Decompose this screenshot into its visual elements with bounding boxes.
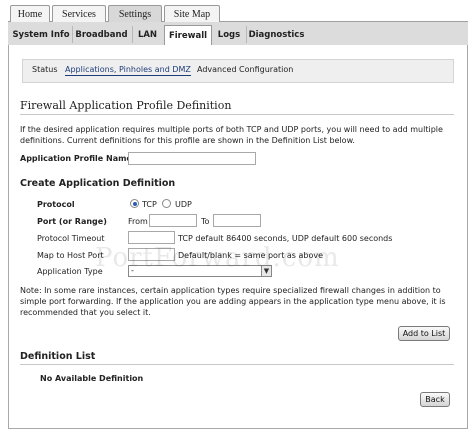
inner-nav-applications[interactable]: Applications, Pinholes and DMZ: [65, 65, 191, 76]
protocol-label: Protocol: [37, 200, 75, 209]
protocol-tcp-label: TCP: [142, 200, 157, 209]
divider: [20, 364, 454, 365]
create-definition-heading: Create Application Definition: [20, 178, 176, 189]
tab-site-map[interactable]: Site Map: [164, 5, 220, 22]
protocol-tcp-radio[interactable]: [130, 199, 139, 208]
intro-line-2: definitions. Current definitions for thi…: [20, 136, 355, 145]
definition-list-heading: Definition List: [20, 351, 96, 362]
note-text: Note: In some rare instances, certain ap…: [20, 285, 460, 318]
intro-text: If the desired application requires mult…: [20, 124, 460, 146]
tab-services[interactable]: Services: [52, 5, 106, 22]
subtab-lan[interactable]: LAN: [132, 26, 162, 43]
inner-nav-status[interactable]: Status: [32, 65, 58, 74]
port-range-label: Port (or Range): [37, 217, 107, 226]
protocol-udp-label: UDP: [175, 200, 192, 209]
back-button[interactable]: Back: [420, 392, 450, 407]
port-to-label: To: [201, 217, 210, 226]
profile-name-label: Application Profile Name: [20, 154, 132, 163]
tab-settings[interactable]: Settings: [108, 5, 162, 22]
profile-name-input[interactable]: [128, 152, 256, 165]
protocol-timeout-hint: TCP default 86400 seconds, UDP default 6…: [178, 234, 393, 243]
port-from-label: From: [128, 217, 148, 226]
subtab-broadband[interactable]: Broadband: [72, 26, 130, 43]
intro-line-1: If the desired application requires mult…: [20, 125, 443, 134]
protocol-timeout-label: Protocol Timeout: [37, 234, 105, 243]
tab-home[interactable]: Home: [10, 5, 50, 22]
inner-nav-advanced[interactable]: Advanced Configuration: [197, 65, 293, 74]
application-type-label: Application Type: [37, 267, 103, 276]
note-line-2: simple port forwarding. If the applicati…: [20, 297, 446, 306]
chevron-down-icon[interactable]: ▼: [261, 266, 271, 276]
add-to-list-button[interactable]: Add to List: [398, 326, 450, 341]
note-line-1: Note: In some rare instances, certain ap…: [20, 286, 441, 295]
protocol-timeout-input[interactable]: [128, 231, 175, 244]
note-line-3: recommended that you select it.: [20, 308, 151, 317]
port-from-input[interactable]: [149, 214, 197, 227]
protocol-udp-radio[interactable]: [162, 199, 171, 208]
subtab-firewall[interactable]: Firewall: [164, 25, 212, 46]
subtab-logs[interactable]: Logs: [214, 26, 244, 43]
map-host-port-label: Map to Host Port: [37, 251, 104, 260]
application-type-value: -: [131, 266, 134, 275]
map-host-port-hint: Default/blank = same port as above: [178, 251, 324, 260]
subtab-system-info[interactable]: System Info: [12, 26, 70, 43]
port-to-input[interactable]: [213, 214, 261, 227]
application-type-select[interactable]: - ▼: [128, 265, 272, 277]
map-host-port-input[interactable]: [128, 248, 175, 261]
divider: [20, 114, 454, 115]
definition-list-empty: No Available Definition: [40, 374, 144, 383]
subtab-diagnostics[interactable]: Diagnostics: [246, 26, 306, 43]
page-title: Firewall Application Profile Definition: [20, 99, 232, 112]
